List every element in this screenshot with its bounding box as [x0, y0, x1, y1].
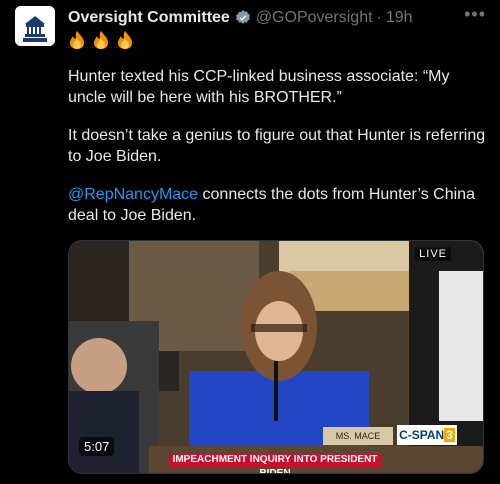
account-handle[interactable]: @GOPoversight: [256, 9, 373, 27]
video-player[interactable]: LIVE MS. MACE C-SPAN 3 IMPEACHMENT INQUIR…: [68, 240, 484, 474]
video-duration: 5:07: [79, 437, 115, 456]
mention-link[interactable]: @RepNancyMace: [68, 186, 198, 203]
emoji-row: [68, 30, 134, 50]
tweet-paragraph: @RepNancyMace connects the dots from Hun…: [68, 184, 488, 226]
live-badge: LIVE: [415, 247, 451, 261]
tweet-text: Hunter texted his CCP-linked business as…: [68, 66, 488, 243]
chyron-banner: IMPEACHMENT INQUIRY INTO PRESIDENT BIDEN: [169, 453, 381, 473]
account-name[interactable]: Oversight Committee: [68, 9, 230, 27]
verified-badge-icon: [235, 10, 250, 24]
committee-seal-icon: [15, 6, 55, 46]
fire-emoji-icon: [94, 31, 108, 49]
separator-dot: ·: [376, 9, 382, 26]
tweet-paragraph: Hunter texted his CCP-linked business as…: [68, 68, 450, 106]
network-number: 3: [444, 428, 455, 442]
timestamp[interactable]: 19h: [386, 9, 413, 27]
network-name: C-SPAN: [399, 428, 445, 442]
avatar[interactable]: [15, 6, 55, 46]
network-logo: C-SPAN 3: [397, 425, 457, 445]
tweet-header: Oversight Committee @GOPoversight · 19h: [68, 7, 484, 29]
fire-emoji-icon: [70, 31, 84, 49]
tweet[interactable]: Oversight Committee @GOPoversight · 19h …: [0, 0, 500, 484]
name-placard: MS. MACE: [323, 427, 393, 445]
tweet-paragraph: It doesn’t take a genius to figure out t…: [68, 127, 486, 165]
more-options-icon[interactable]: •••: [464, 4, 486, 25]
fire-emoji-icon: [118, 31, 132, 49]
